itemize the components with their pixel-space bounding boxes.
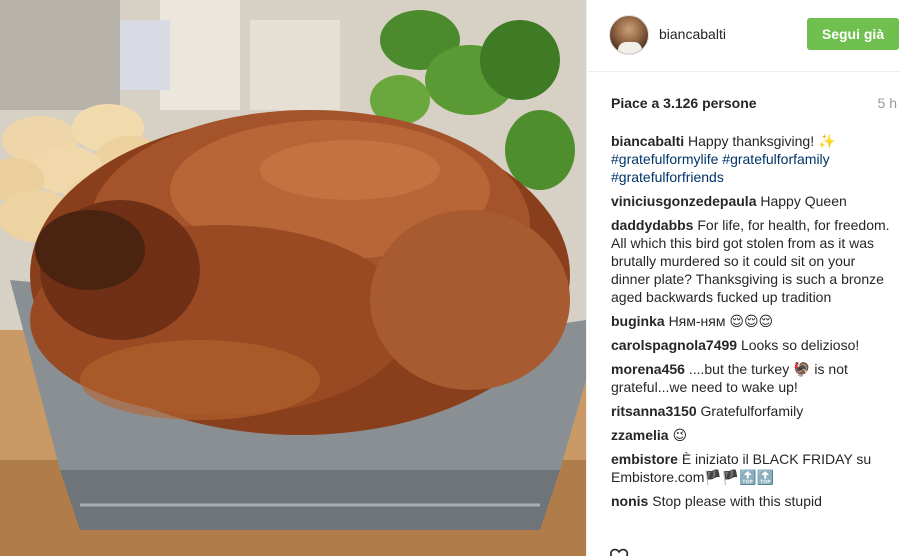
comment-text: Happy thanksgiving! ✨: [688, 133, 836, 149]
post-photo: [0, 0, 586, 556]
post-time[interactable]: 5 h: [878, 95, 897, 111]
comment-username[interactable]: biancabalti: [611, 133, 684, 149]
comment-item: buginka Ням-ням 😌😌😌: [611, 312, 897, 330]
heart-icon[interactable]: [609, 545, 631, 556]
turkey-image: [0, 0, 586, 556]
likes-count[interactable]: Piace a 3.126 persone: [611, 95, 757, 111]
comment-username[interactable]: nonis: [611, 493, 648, 509]
comment-text: Looks so delizioso!: [740, 337, 860, 353]
comment-item: daddydabbs For life, for health, for fre…: [611, 216, 897, 306]
post-header: biancabalti Segui già: [587, 0, 900, 72]
hashtag-link[interactable]: #gratefulforfamily: [722, 151, 829, 167]
comment-username[interactable]: embistore: [611, 451, 678, 467]
avatar[interactable]: [609, 15, 649, 55]
comment-text: Ням-ням 😌😌😌: [668, 313, 774, 329]
comment-username[interactable]: morena456: [611, 361, 685, 377]
comment-item: embistore È iniziato il BLACK FRIDAY su …: [611, 450, 897, 486]
comment-username[interactable]: ritsanna3150: [611, 403, 697, 419]
comment-item: zzamelia 😉: [611, 426, 897, 444]
comment-username[interactable]: carolspagnola7499: [611, 337, 737, 353]
post-sidebar: biancabalti Segui già Piace a 3.126 pers…: [586, 0, 900, 556]
comment-item: biancabalti Happy thanksgiving! ✨ #grate…: [611, 132, 897, 186]
hashtag-link[interactable]: #gratefulformylife: [611, 151, 718, 167]
comment-username[interactable]: buginka: [611, 313, 665, 329]
comment-text: 😉: [672, 427, 688, 443]
follow-button[interactable]: Segui già: [807, 18, 899, 50]
comment-item: viniciusgonzedepaula Happy Queen: [611, 192, 897, 210]
comment-text: Gratefulforfamily: [700, 403, 804, 419]
comment-item: carolspagnola7499 Looks so delizioso!: [611, 336, 897, 354]
comment-text: Happy Queen: [760, 193, 847, 209]
post-username[interactable]: biancabalti: [659, 26, 726, 42]
hashtag-link[interactable]: #gratefulforfriends: [611, 169, 724, 185]
comment-item: ritsanna3150 Gratefulforfamily: [611, 402, 897, 420]
comment-text: Stop please with this stupid: [652, 493, 822, 509]
comment-username[interactable]: zzamelia: [611, 427, 669, 443]
comment-username[interactable]: viniciusgonzedepaula: [611, 193, 756, 209]
comments-list[interactable]: biancabalti Happy thanksgiving! ✨ #grate…: [611, 132, 897, 528]
comment-item: nonis Stop please with this stupid: [611, 492, 897, 510]
comment-username[interactable]: daddydabbs: [611, 217, 693, 233]
likes-row: Piace a 3.126 persone 5 h: [611, 95, 897, 113]
comment-item: morena456 ....but the turkey 🦃 is not gr…: [611, 360, 897, 396]
